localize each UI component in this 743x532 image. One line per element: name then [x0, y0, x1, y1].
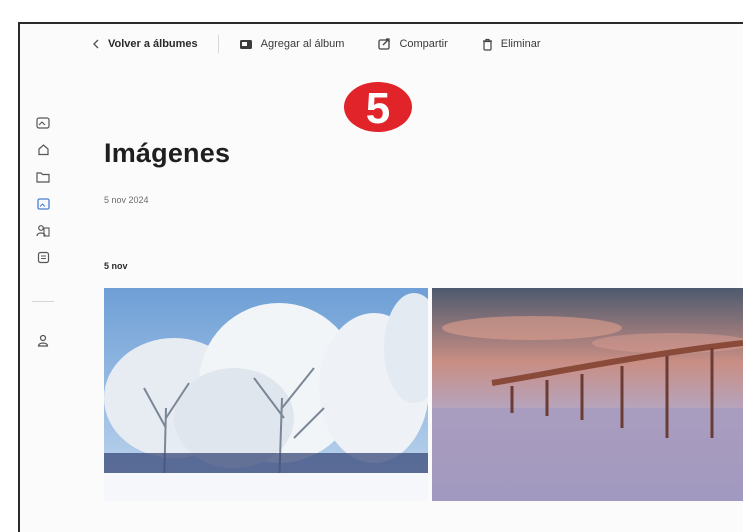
sidebar-item-people[interactable]: [30, 220, 56, 246]
share-button[interactable]: Compartir: [378, 38, 448, 50]
album-add-icon: [239, 38, 253, 50]
person-icon: [37, 334, 49, 352]
share-label: Compartir: [399, 38, 448, 50]
folder-icon: [36, 170, 50, 188]
pier-sunset-image: [432, 288, 743, 501]
page-date: 5 nov 2024: [104, 195, 149, 205]
date-group-label: 5 nov: [104, 261, 128, 271]
share-icon: [378, 38, 391, 50]
sidebar-item-folders[interactable]: [30, 166, 56, 192]
trash-icon: [482, 38, 493, 51]
add-to-album-button[interactable]: Agregar al álbum: [239, 38, 345, 50]
image-icon: [36, 197, 50, 215]
delete-button[interactable]: Eliminar: [482, 38, 541, 51]
delete-label: Eliminar: [500, 38, 541, 50]
sidebar-item-images[interactable]: [30, 193, 56, 219]
people-icon: [36, 224, 50, 242]
sidebar-divider: [32, 301, 54, 302]
navigation-sidebar: [30, 112, 56, 357]
toolbar-divider: [217, 35, 219, 53]
home-icon: [37, 143, 50, 161]
albums-icon: [37, 251, 50, 269]
sidebar-item-albums[interactable]: [30, 247, 56, 273]
snow-trees-image: [104, 288, 428, 501]
sidebar-item-gallery[interactable]: [30, 112, 56, 138]
sidebar-item-account[interactable]: [30, 330, 56, 356]
add-to-album-label: Agregar al álbum: [260, 38, 345, 50]
step-number: 5: [366, 84, 390, 133]
back-to-albums-label: Volver a álbumes: [108, 38, 198, 50]
step-number-annotation: 5: [340, 78, 416, 136]
chevron-left-icon: [92, 39, 100, 49]
page-title: Imágenes: [104, 138, 231, 168]
toolbar: Volver a álbumes Agregar al álbum Compar…: [92, 30, 540, 58]
back-to-albums-button[interactable]: Volver a álbumes: [92, 38, 198, 50]
photo-thumbnail-pier[interactable]: [432, 288, 743, 501]
photo-thumbnail-snow-trees[interactable]: [104, 288, 428, 501]
photo-gallery-icon: [36, 116, 50, 134]
sidebar-item-home[interactable]: [30, 139, 56, 165]
